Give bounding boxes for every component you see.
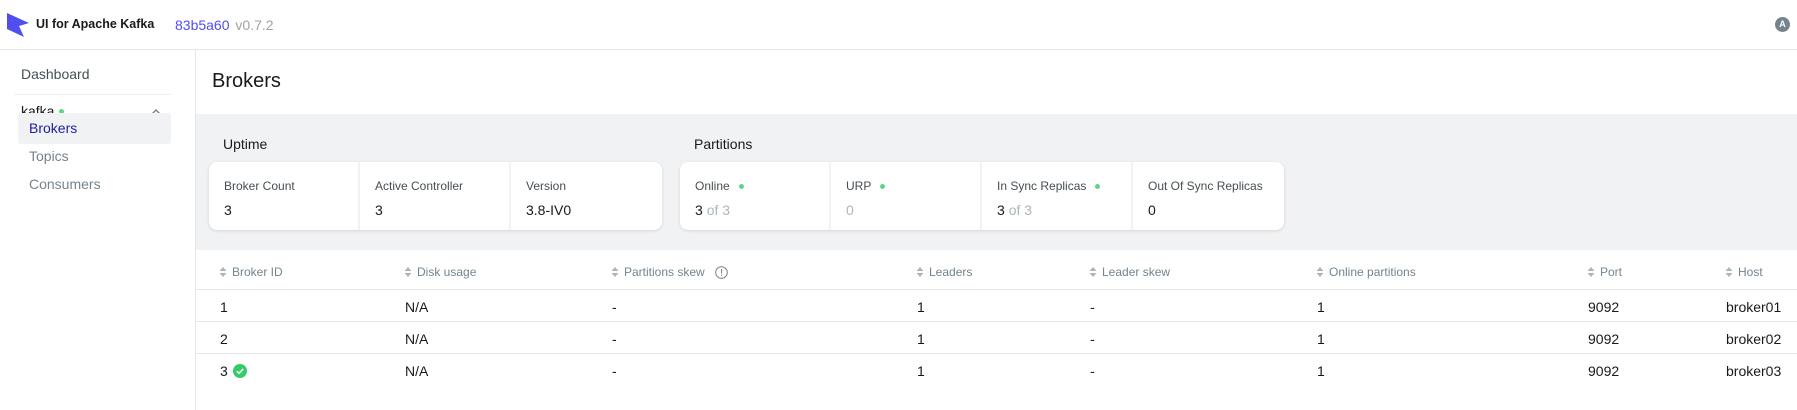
table-row[interactable]: 1 N/A - 1 - 1 9092 broker01 xyxy=(196,290,1797,322)
sort-icon xyxy=(1725,267,1733,277)
sidebar-item-dashboard[interactable]: Dashboard xyxy=(21,66,90,82)
status-dot xyxy=(880,183,886,189)
table-row[interactable]: 3 N/A - 1 - 1 9092 broker03 xyxy=(196,354,1797,386)
sort-icon xyxy=(1587,267,1595,277)
sidebar-item-topics[interactable]: Topics xyxy=(18,141,171,172)
main-content: Brokers Uptime Broker Count 3 Active Con… xyxy=(196,50,1797,410)
brokers-table: Broker ID Disk usage Partitions skew Lea… xyxy=(196,250,1797,386)
metric-value: 3 of 3 xyxy=(997,202,1033,218)
uptime-cards: Broker Count 3 Active Controller 3 Versi… xyxy=(209,162,662,230)
sort-icon xyxy=(1089,267,1097,277)
column-header-partitions-skew[interactable]: Partitions skew xyxy=(611,265,728,279)
port-cell: 9092 xyxy=(1588,299,1620,315)
version-info: 83b5a60 v0.7.2 xyxy=(175,17,274,33)
broker-id-link[interactable]: 1 xyxy=(220,299,228,315)
leader-skew-cell: - xyxy=(1090,331,1095,347)
port-cell: 9092 xyxy=(1588,331,1620,347)
status-dot xyxy=(1095,183,1101,189)
info-icon[interactable] xyxy=(714,265,728,279)
host-cell: broker02 xyxy=(1726,331,1782,347)
version-hash-link[interactable]: 83b5a60 xyxy=(175,17,230,33)
broker-id-link[interactable]: 3 xyxy=(220,363,228,379)
leaders-cell: 1 xyxy=(917,363,925,379)
column-header-port[interactable]: Port xyxy=(1587,265,1622,279)
partitions-skew-cell: - xyxy=(612,299,617,315)
sort-icon xyxy=(404,267,412,277)
metric-card-active-controller: Active Controller 3 xyxy=(360,162,511,230)
metric-value: 0 xyxy=(1148,202,1156,218)
sidebar-item-consumers[interactable]: Consumers xyxy=(18,169,171,200)
port-cell: 9092 xyxy=(1588,363,1620,379)
column-header-disk-usage[interactable]: Disk usage xyxy=(404,265,476,279)
sort-icon xyxy=(611,267,619,277)
table-header: Broker ID Disk usage Partitions skew Lea… xyxy=(196,250,1797,290)
app-title[interactable]: UI for Apache Kafka xyxy=(36,17,154,31)
version-tag: v0.7.2 xyxy=(235,17,274,33)
metric-label: Active Controller xyxy=(375,179,464,193)
sidebar: Dashboard kafka Brokers Topics Consumers xyxy=(0,50,196,410)
metric-card-broker-count: Broker Count 3 xyxy=(209,162,360,230)
online-partitions-cell: 1 xyxy=(1317,331,1325,347)
sort-icon xyxy=(916,267,924,277)
metric-value: 0 xyxy=(846,202,854,218)
metric-card-out-of-sync-replicas: Out Of Sync Replicas 0 xyxy=(1133,162,1284,230)
broker-id-link[interactable]: 2 xyxy=(220,331,228,347)
disk-usage-cell: N/A xyxy=(405,299,429,315)
column-header-host[interactable]: Host xyxy=(1725,265,1763,279)
column-header-broker-id[interactable]: Broker ID xyxy=(219,265,283,279)
metrics-section: Uptime Broker Count 3 Active Controller … xyxy=(196,114,1797,250)
online-partitions-cell: 1 xyxy=(1317,363,1325,379)
sort-icon xyxy=(1316,267,1324,277)
metric-card-in-sync-replicas: In Sync Replicas 3 of 3 xyxy=(982,162,1133,230)
metric-label: In Sync Replicas xyxy=(997,176,1116,196)
leaders-cell: 1 xyxy=(917,299,925,315)
user-avatar[interactable]: A xyxy=(1775,17,1790,32)
metric-card-online: Online 3 of 3 xyxy=(680,162,831,230)
disk-usage-cell: N/A xyxy=(405,331,429,347)
sort-icon xyxy=(219,267,227,277)
status-dot xyxy=(738,183,744,189)
leaders-cell: 1 xyxy=(917,331,925,347)
disk-usage-cell: N/A xyxy=(405,363,429,379)
sidebar-item-brokers[interactable]: Brokers xyxy=(18,113,171,144)
page-title: Brokers xyxy=(212,70,281,92)
kafka-ui-logo-icon[interactable] xyxy=(6,12,30,38)
leader-skew-cell: - xyxy=(1090,363,1095,379)
leader-skew-cell: - xyxy=(1090,299,1095,315)
table-row[interactable]: 2 N/A - 1 - 1 9092 broker02 xyxy=(196,322,1797,354)
partitions-skew-cell: - xyxy=(612,331,617,347)
uptime-title: Uptime xyxy=(223,136,268,152)
metric-value: 3 xyxy=(224,202,232,218)
metric-value: 3 xyxy=(375,202,383,218)
column-header-leaders[interactable]: Leaders xyxy=(916,265,972,279)
metric-label: URP xyxy=(846,176,965,196)
metric-label: Online xyxy=(695,176,814,196)
top-navbar: UI for Apache Kafka 83b5a60 v0.7.2 A xyxy=(0,0,1797,50)
metric-label: Version xyxy=(526,179,567,193)
metric-label: Broker Count xyxy=(224,179,295,193)
broker-id-cell[interactable]: 3 xyxy=(220,363,247,379)
partitions-cards: Online 3 of 3 URP 0 In Sync Replicas 3 o… xyxy=(680,162,1284,230)
sidebar-divider xyxy=(14,94,172,95)
metric-value: 3 of 3 xyxy=(695,202,731,218)
host-cell: broker03 xyxy=(1726,363,1782,379)
online-partitions-cell: 1 xyxy=(1317,299,1325,315)
metric-card-version: Version 3.8-IV0 xyxy=(511,162,662,230)
partitions-title: Partitions xyxy=(694,136,753,152)
partitions-skew-cell: - xyxy=(612,363,617,379)
metric-card-urp: URP 0 xyxy=(831,162,982,230)
controller-check-icon xyxy=(232,364,247,378)
metric-label: Out Of Sync Replicas xyxy=(1148,179,1263,193)
host-cell: broker01 xyxy=(1726,299,1782,315)
column-header-leader-skew[interactable]: Leader skew xyxy=(1089,265,1170,279)
metric-value: 3.8-IV0 xyxy=(526,202,572,218)
column-header-online-partitions[interactable]: Online partitions xyxy=(1316,265,1416,279)
